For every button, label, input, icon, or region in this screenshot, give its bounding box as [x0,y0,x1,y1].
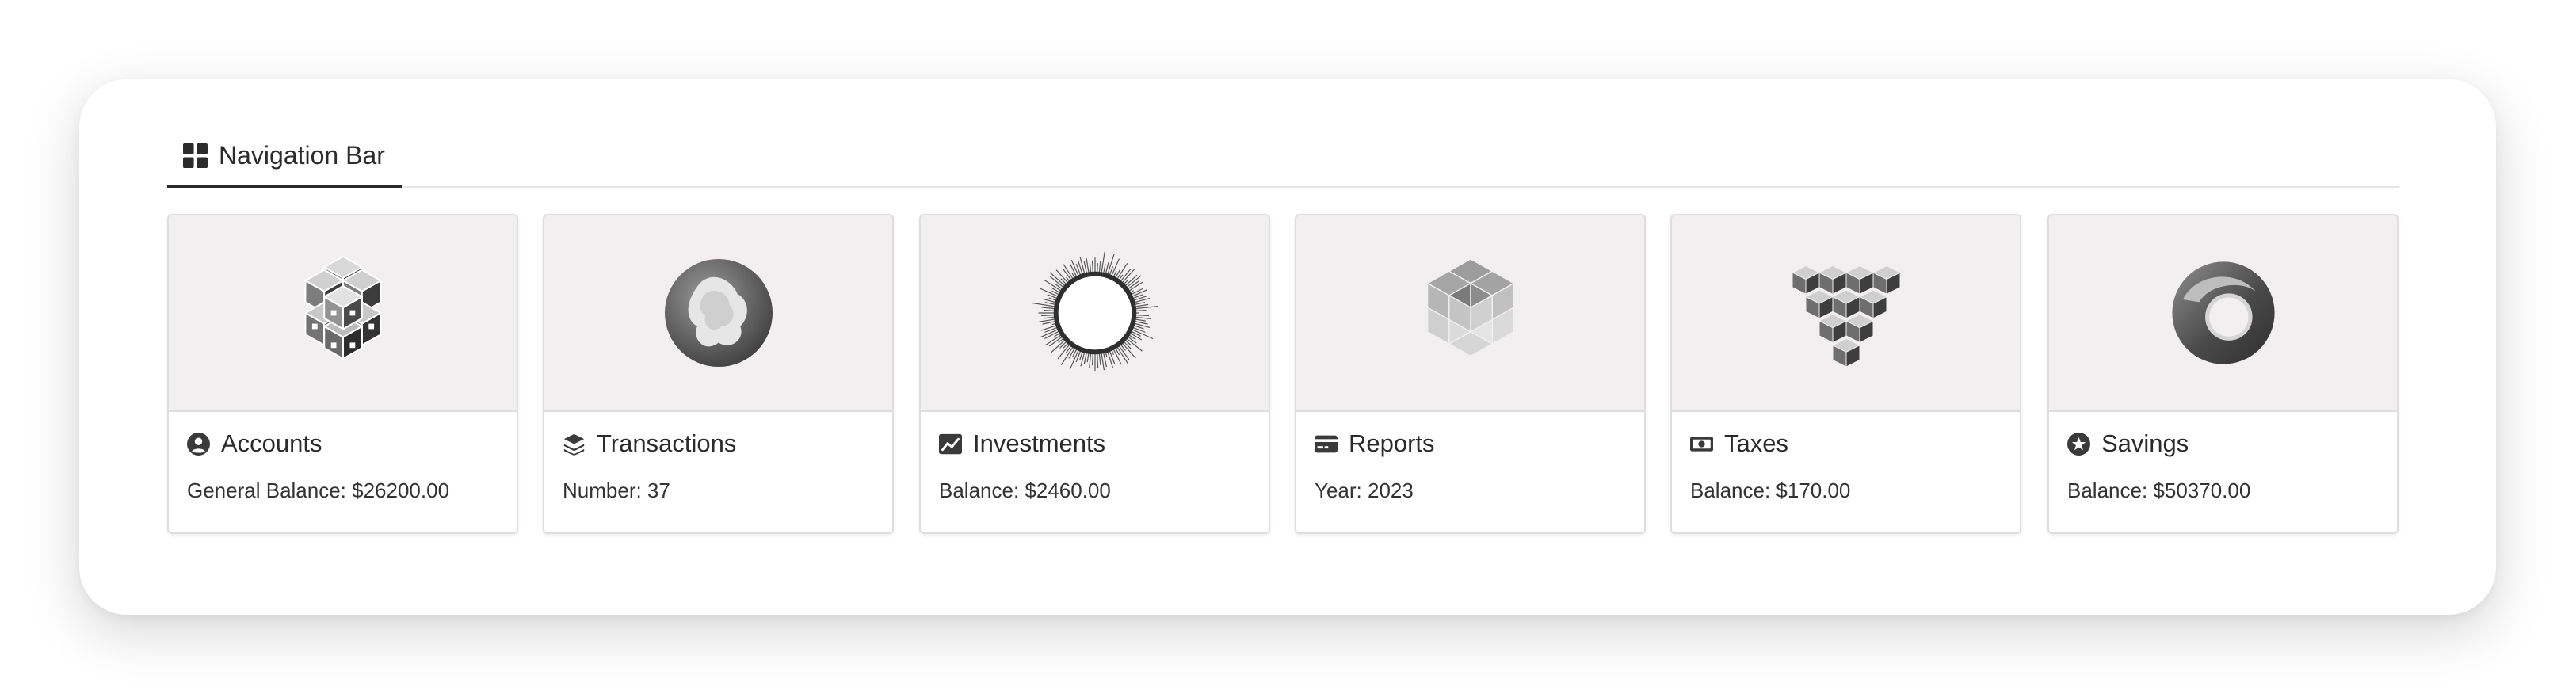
card-detail: Year: 2023 [1315,479,1414,502]
card-image-reports [1296,215,1644,412]
card-image-taxes [1672,215,2020,412]
card-investments[interactable]: Investments Balance: $2460.00 [919,214,1270,534]
card-header: Accounts [169,412,517,458]
card-image-investments [921,215,1269,412]
card-grid: Accounts General Balance: $26200.00 Tran… [167,214,2399,534]
card-detail: Balance: $50370.00 [2067,479,2251,502]
cube-cluster-illustration [303,255,382,360]
hex-cubes-illustration [1426,258,1514,357]
card-reports[interactable]: Reports Year: 2023 [1295,214,1646,534]
money-bill-icon [1690,436,1713,452]
card-image-transactions [544,215,892,412]
torus-ring-illustration [2171,261,2275,364]
star-circle-icon [2067,432,2090,456]
tab-label: Navigation Bar [219,141,385,170]
card-header: Investments [921,412,1269,458]
card-detail: Balance: $2460.00 [939,479,1111,502]
card-image-savings [2049,215,2397,412]
card-header: Reports [1296,412,1644,458]
card-header: Savings [2049,412,2397,458]
cube-pyramid-illustration [1791,265,1901,368]
card-title: Savings [2101,429,2189,457]
layers-icon [563,433,585,456]
card-title: Transactions [597,429,737,457]
user-circle-icon [187,432,210,456]
card-detail: Balance: $170.00 [1690,479,1851,502]
grid-icon [183,143,208,168]
blob-sphere-illustration [664,259,773,367]
card-title: Investments [973,429,1106,457]
card-detail: General Balance: $26200.00 [187,479,450,502]
tab-navigation-bar[interactable]: Navigation Bar [167,127,402,188]
card-image-accounts [169,215,517,412]
card-transactions[interactable]: Transactions Number: 37 [543,214,894,534]
card-title: Accounts [221,429,322,457]
card-savings[interactable]: Savings Balance: $50370.00 [2047,214,2399,534]
card-title: Taxes [1724,429,1788,457]
card-header: Transactions [544,412,892,458]
card-title: Reports [1349,429,1435,457]
card-taxes[interactable]: Taxes Balance: $170.00 [1670,214,2021,534]
sunburst-ring-illustration [1032,251,1158,372]
card-accounts[interactable]: Accounts General Balance: $26200.00 [167,214,518,534]
card-header: Taxes [1672,412,2020,458]
navigation-tab-bar: Navigation Bar [167,127,2399,188]
dashboard-panel: Navigation Bar Accounts General Balance:… [79,79,2496,615]
chart-line-icon [939,433,962,454]
credit-card-icon [1315,435,1338,452]
card-detail: Number: 37 [563,479,670,502]
